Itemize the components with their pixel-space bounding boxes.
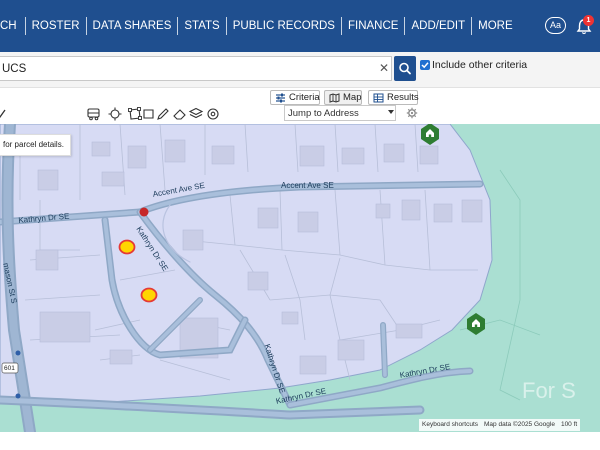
nav-tab-add-edit[interactable]: ADD/EDIT (405, 16, 471, 36)
intersection-marker[interactable] (139, 207, 149, 217)
layers-icon[interactable] (188, 107, 204, 121)
nav-tab-more[interactable]: MORE (472, 16, 519, 36)
font-size-button[interactable]: Aa (545, 17, 566, 34)
map-graphics (0, 124, 541, 432)
nav-tab-finance[interactable]: FINANCE (342, 16, 404, 36)
bus-icon[interactable] (86, 107, 102, 121)
gear-icon[interactable] (406, 107, 418, 119)
route-shield-label: 601 (4, 365, 15, 372)
target-icon[interactable] (205, 107, 221, 121)
eraser-icon[interactable] (172, 107, 188, 121)
chevron-down-icon[interactable] (388, 110, 394, 114)
check-icon (421, 62, 429, 69)
search-button[interactable] (394, 56, 416, 81)
nav-tab-stats[interactable]: STATS (178, 16, 225, 36)
pencil-icon[interactable] (155, 107, 171, 121)
grid-icon (373, 93, 384, 103)
map-attribution: Keyboard shortcuts Map data ©2025 Google… (419, 419, 581, 431)
include-other-label: Include other criteria (432, 59, 528, 71)
notification-badge: 1 (583, 15, 594, 26)
search-icon (399, 62, 411, 75)
check-pen-icon[interactable] (0, 107, 10, 121)
map-canvas[interactable] (0, 124, 600, 432)
nav-tab-search[interactable]: CH (0, 16, 25, 36)
tab-results-label: Results (387, 92, 419, 103)
map-scale[interactable]: 100 ft (558, 419, 580, 431)
route-pin (15, 393, 21, 399)
listing-marker[interactable] (118, 239, 136, 255)
watermark: For S (522, 378, 576, 403)
map-data-text: Map data ©2025 Google (484, 421, 555, 428)
tab-results[interactable]: Results (368, 90, 419, 105)
nav-tab-roster[interactable]: ROSTER (26, 16, 86, 36)
search-area-overlay (0, 124, 493, 405)
move-icon[interactable] (107, 107, 123, 121)
close-icon[interactable]: ✕ (378, 60, 390, 76)
map-tooltip: for parcel details. (0, 134, 71, 156)
top-nav: CH ROSTER DATA SHARES STATS PUBLIC RECOR… (0, 0, 600, 52)
tab-criteria-label: Criteria (289, 92, 320, 103)
jump-to-address-select[interactable] (284, 105, 396, 121)
road-label: Accent Ave SE (281, 181, 334, 190)
tab-map[interactable]: Map (324, 90, 362, 105)
sliders-icon (276, 93, 285, 103)
nav-tab-data-shares[interactable]: DATA SHARES (87, 16, 178, 36)
tab-map-label: Map (343, 92, 362, 103)
route-pin (15, 350, 21, 356)
search-bar: ✕ Include other criteria (0, 52, 600, 88)
home-marker-icon[interactable] (467, 313, 485, 335)
page-footer (0, 432, 600, 450)
include-other-checkbox[interactable] (420, 60, 430, 70)
search-input[interactable] (0, 56, 392, 81)
listing-marker[interactable] (140, 287, 158, 303)
tab-criteria[interactable]: Criteria (270, 90, 320, 105)
keyboard-shortcuts-link[interactable]: Keyboard shortcuts (419, 419, 481, 431)
map-icon (329, 93, 340, 103)
nav-tab-public-records[interactable]: PUBLIC RECORDS (227, 16, 341, 36)
